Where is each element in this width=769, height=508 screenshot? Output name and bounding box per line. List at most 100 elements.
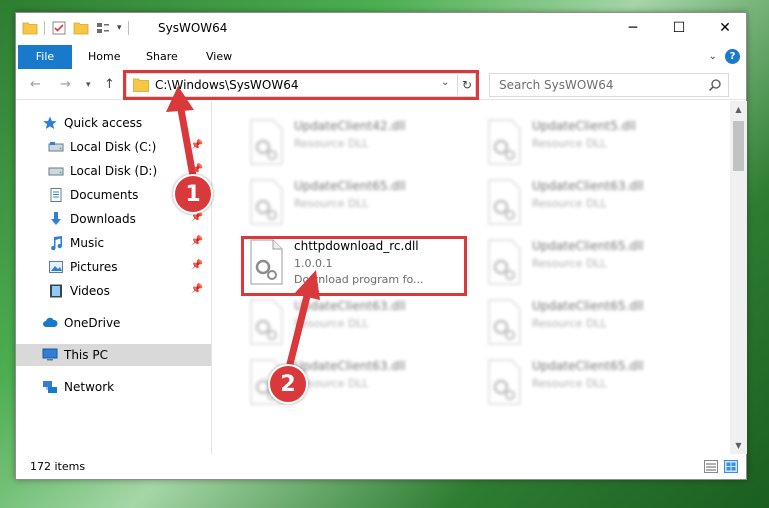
- file-item[interactable]: UpdateClient65.dll Resource DLL: [244, 175, 472, 231]
- network-icon: [43, 381, 57, 393]
- quick-access-toolbar: ▾: [22, 20, 129, 36]
- step-marker-2: 2: [268, 364, 308, 404]
- sidebar-item-local-disk-c[interactable]: Local Disk (C:) 📌: [16, 136, 211, 158]
- back-arrow-icon[interactable]: ←: [30, 77, 41, 92]
- drive-icon: [48, 167, 64, 176]
- sidebar-item-label: Music: [70, 236, 105, 250]
- dll-file-icon: [488, 179, 521, 225]
- star-icon: [43, 116, 57, 129]
- file-item[interactable]: UpdateClient63.dll Resource DLL: [482, 175, 710, 231]
- file-item[interactable]: UpdateClient5.dll Resource DLL: [482, 115, 710, 171]
- music-icon: [51, 236, 63, 251]
- sidebar-item-quick-access[interactable]: Quick access: [16, 112, 211, 134]
- properties-icon[interactable]: [51, 20, 67, 36]
- file-description: Resource DLL: [532, 137, 607, 150]
- file-name: UpdateClient65.dll: [532, 299, 644, 313]
- maximize-button[interactable]: ☐: [656, 13, 702, 43]
- sidebar-item-this-pc[interactable]: This PC: [16, 344, 211, 366]
- customize-toolbar-icon[interactable]: [95, 20, 111, 36]
- tab-share[interactable]: Share: [134, 45, 190, 69]
- sidebar-item-videos[interactable]: Videos 📌: [16, 280, 211, 302]
- up-arrow-icon[interactable]: ↑: [104, 77, 115, 92]
- pin-icon[interactable]: 📌: [191, 236, 203, 247]
- computer-icon: [42, 348, 58, 361]
- file-item[interactable]: UpdateClient65.dll Resource DLL: [482, 295, 710, 351]
- file-item[interactable]: UpdateClient42.dll Resource DLL: [244, 115, 472, 171]
- sidebar-item-label: Local Disk (D:): [70, 164, 158, 178]
- sidebar-item-onedrive[interactable]: OneDrive: [16, 312, 211, 334]
- sidebar-item-pictures[interactable]: Pictures 📌: [16, 256, 211, 278]
- help-button[interactable]: ?: [725, 49, 740, 64]
- scroll-down-icon[interactable]: ▼: [730, 437, 747, 454]
- forward-arrow-icon[interactable]: →: [60, 77, 71, 92]
- file-item[interactable]: UpdateClient63.dll Resource DLL: [244, 295, 472, 351]
- sidebar-item-label: Downloads: [70, 212, 136, 226]
- navigation-pane: Quick access Local Disk (C:) 📌 Local Dis…: [16, 101, 212, 454]
- view-buttons: [704, 460, 738, 473]
- toolbar-separator: [44, 21, 45, 35]
- dll-file-icon: [250, 299, 283, 345]
- file-name: UpdateClient65.dll: [532, 359, 644, 373]
- sidebar-item-label: Local Disk (C:): [70, 140, 157, 154]
- address-highlight-box: [123, 70, 479, 100]
- search-input[interactable]: [490, 74, 700, 96]
- folder-icon[interactable]: [22, 20, 38, 36]
- minimize-button[interactable]: ─: [610, 13, 656, 43]
- file-description: Resource DLL: [294, 137, 369, 150]
- pin-icon[interactable]: 📌: [191, 140, 203, 151]
- file-name: UpdateClient42.dll: [294, 119, 406, 133]
- ribbon-controls: ⌄ ?: [709, 49, 740, 64]
- scroll-up-icon[interactable]: ▲: [730, 101, 747, 118]
- explorer-window: ▾ SysWOW64 ─ ☐ ✕ File Home Share View ⌄ …: [15, 12, 747, 480]
- pin-icon[interactable]: 📌: [191, 284, 203, 295]
- file-description: Resource DLL: [532, 377, 607, 390]
- tab-file[interactable]: File: [18, 45, 72, 69]
- sidebar-item-label: Videos: [70, 284, 110, 298]
- file-name: UpdateClient63.dll: [532, 179, 644, 193]
- file-list: UpdateClient42.dll Resource DLL UpdateCl…: [224, 101, 730, 454]
- navigation-bar: ← → ▾ ↑ C:\Windows\SysWOW64 ⌄ ↻: [16, 70, 746, 100]
- pin-icon[interactable]: 📌: [191, 260, 203, 271]
- sidebar-item-network[interactable]: Network: [16, 376, 211, 398]
- status-bar: 172 items: [16, 455, 746, 479]
- dll-file-icon: [488, 119, 521, 165]
- downloads-icon: [51, 212, 61, 225]
- vertical-scrollbar[interactable]: ▲ ▼: [730, 101, 747, 454]
- sidebar-item-label: Quick access: [64, 116, 143, 130]
- new-folder-icon[interactable]: [73, 20, 89, 36]
- file-name: UpdateClient63.dll: [294, 359, 406, 373]
- pictures-icon: [49, 261, 63, 273]
- recent-locations-icon[interactable]: ▾: [86, 80, 91, 90]
- drive-icon: [48, 142, 64, 152]
- file-description: Resource DLL: [532, 317, 607, 330]
- step-marker-1: 1: [173, 174, 213, 214]
- sidebar-item-label: Network: [64, 380, 115, 394]
- videos-icon: [50, 284, 62, 298]
- tab-view[interactable]: View: [194, 45, 244, 69]
- dll-file-icon: [488, 299, 521, 345]
- file-item[interactable]: UpdateClient65.dll Resource DLL: [482, 355, 710, 411]
- sidebar-item-downloads[interactable]: Downloads 📌: [16, 208, 211, 230]
- title-bar: ▾ SysWOW64 ─ ☐ ✕: [16, 13, 746, 45]
- close-button[interactable]: ✕: [702, 13, 748, 43]
- documents-icon: [50, 188, 62, 202]
- toolbar-separator: [127, 21, 129, 35]
- dll-file-icon: [250, 119, 283, 165]
- file-name: UpdateClient63.dll: [294, 299, 406, 313]
- expand-ribbon-icon[interactable]: ⌄: [709, 51, 717, 62]
- sidebar-item-label: Pictures: [70, 260, 118, 274]
- search-box[interactable]: [489, 73, 729, 97]
- tab-home[interactable]: Home: [76, 45, 132, 69]
- file-name: UpdateClient65.dll: [294, 179, 406, 193]
- dll-file-icon: [488, 359, 521, 405]
- sidebar-item-music[interactable]: Music 📌: [16, 232, 211, 254]
- scroll-thumb[interactable]: [733, 121, 744, 171]
- details-view-icon[interactable]: [704, 460, 718, 473]
- ribbon-tabs: File Home Share View ⌄ ?: [16, 45, 746, 69]
- large-icons-view-icon[interactable]: [724, 460, 738, 473]
- file-item[interactable]: UpdateClient65.dll Resource DLL: [482, 235, 710, 291]
- dropdown-arrow-icon[interactable]: ▾: [117, 23, 122, 33]
- dll-file-icon: [488, 239, 521, 285]
- file-description: Resource DLL: [294, 317, 369, 330]
- search-icon[interactable]: [708, 78, 722, 92]
